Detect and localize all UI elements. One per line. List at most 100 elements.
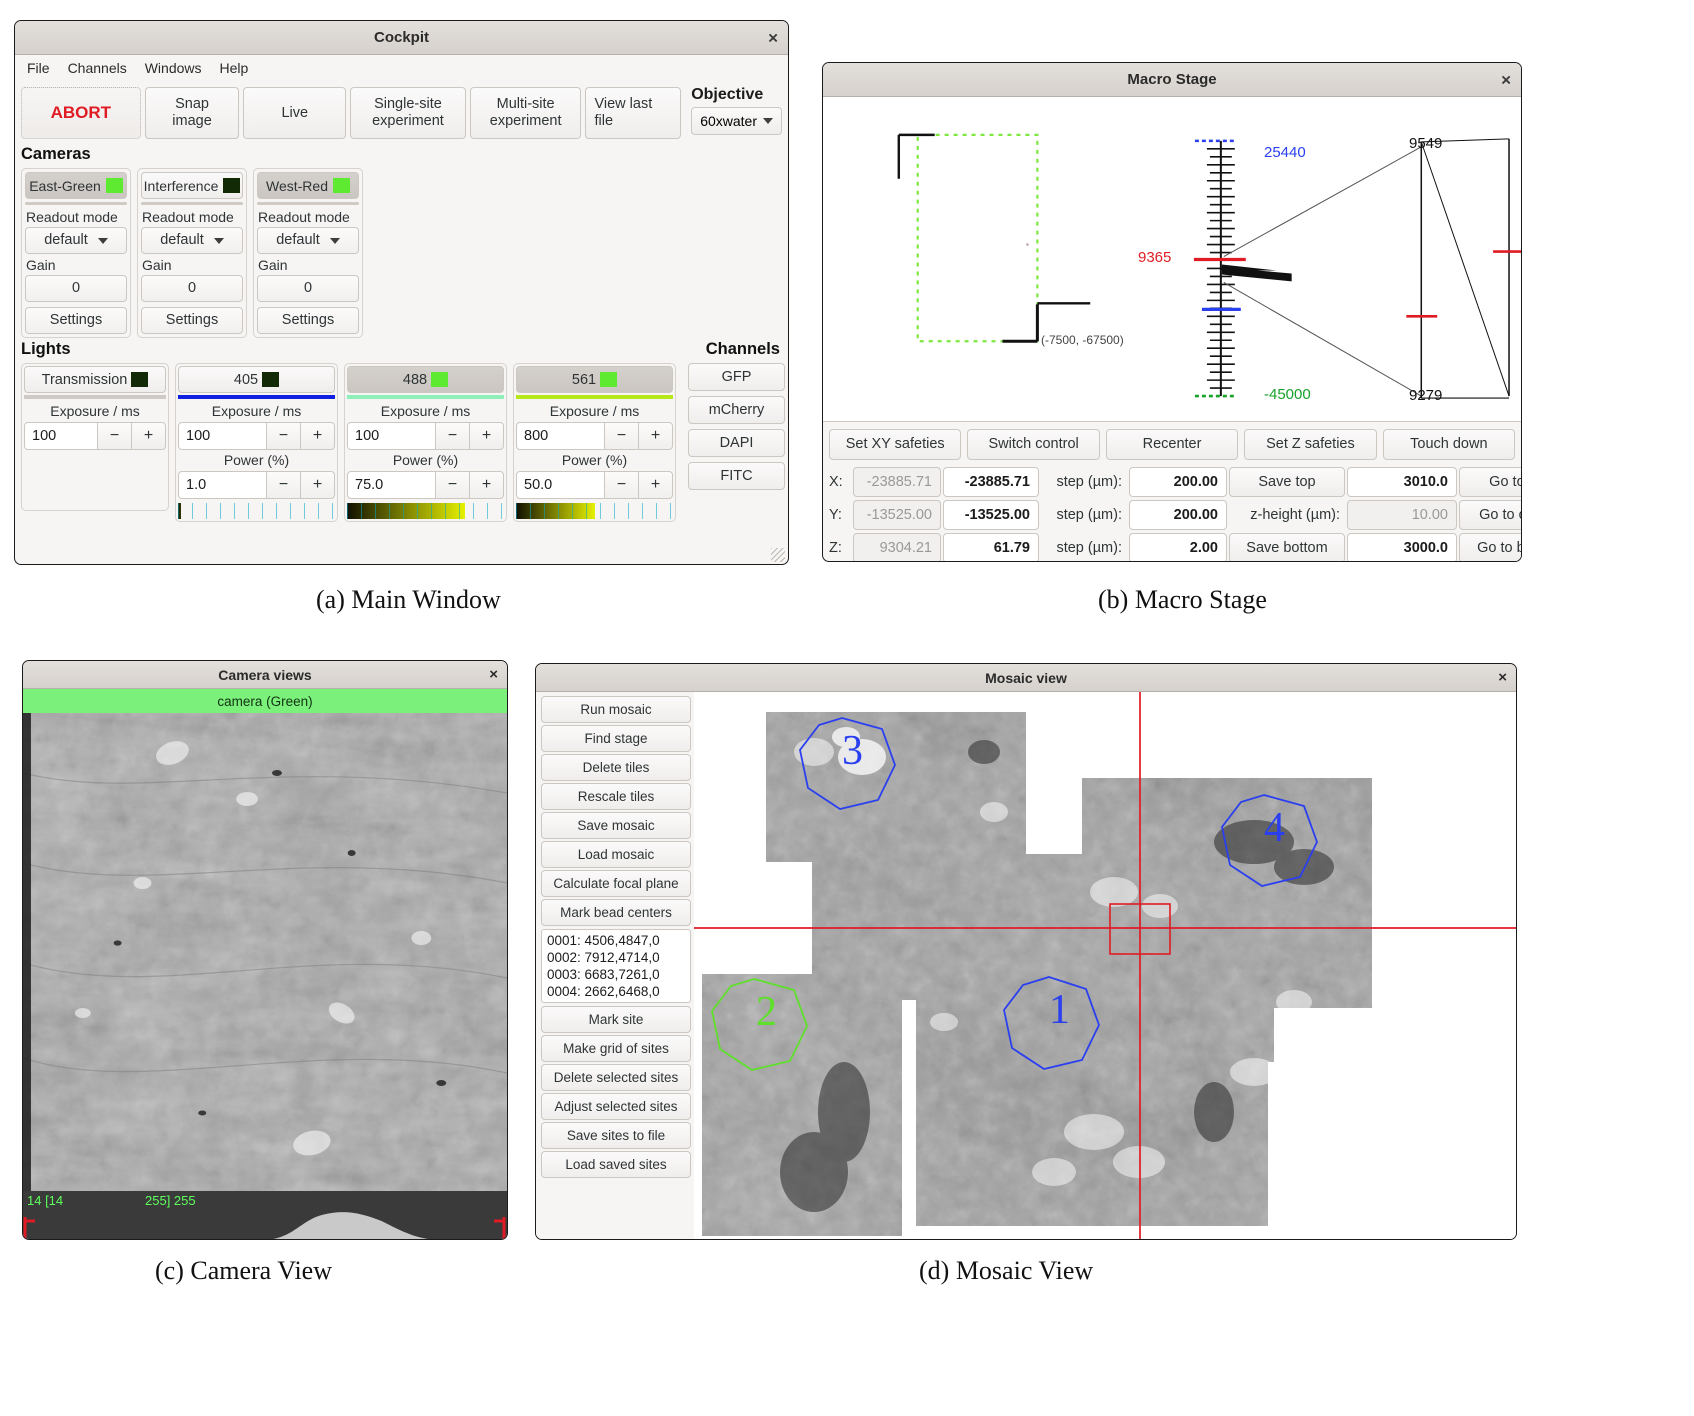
exposure-increment-button[interactable]: + <box>470 422 504 450</box>
set-z-safeties-button[interactable]: Set Z safeties <box>1244 429 1377 460</box>
camera-settings-button[interactable]: Settings <box>141 307 243 334</box>
resize-grip[interactable] <box>771 548 785 562</box>
gain-value[interactable]: 0 <box>141 275 243 302</box>
camera-toggle-interference[interactable]: Interference <box>141 172 243 199</box>
switch-control-button[interactable]: Switch control <box>967 429 1100 460</box>
power-slider[interactable] <box>347 503 504 519</box>
go-to-top-button[interactable]: Go to top <box>1459 467 1521 497</box>
axis-x-input[interactable]: -23885.71 <box>943 467 1039 497</box>
objective-select[interactable]: 60xwater <box>691 107 783 135</box>
list-item[interactable]: 0004: 2662,6468,0 <box>542 983 690 1000</box>
find-stage-button[interactable]: Find stage <box>541 725 691 752</box>
camera-toggle-east-green[interactable]: East-Green <box>25 172 127 199</box>
make-grid-of-sites-button[interactable]: Make grid of sites <box>541 1035 691 1062</box>
close-icon[interactable]: × <box>1501 71 1511 88</box>
channel-button-fitc[interactable]: FITC <box>688 462 785 490</box>
list-item[interactable]: 0001: 4506,4847,0 <box>542 932 690 949</box>
exposure-input[interactable]: 800 <box>516 422 605 450</box>
axis-x-step-input[interactable]: 200.00 <box>1129 467 1227 497</box>
site-list[interactable]: 0001: 4506,4847,0 0002: 7912,4714,0 0003… <box>541 929 691 1003</box>
exposure-input[interactable]: 100 <box>178 422 267 450</box>
light-toggle-561[interactable]: 561 <box>516 366 673 393</box>
save-bottom-value[interactable]: 3000.0 <box>1347 533 1457 561</box>
touch-down-button[interactable]: Touch down <box>1382 429 1516 460</box>
view-last-file-button[interactable]: View last file <box>585 87 682 139</box>
light-toggle-488[interactable]: 488 <box>347 366 504 393</box>
power-increment-button[interactable]: + <box>470 471 504 499</box>
menu-channels[interactable]: Channels <box>68 60 127 76</box>
power-input[interactable]: 1.0 <box>178 471 267 499</box>
save-top-value[interactable]: 3010.0 <box>1347 467 1457 497</box>
save-sites-to-file-button[interactable]: Save sites to file <box>541 1122 691 1149</box>
power-slider[interactable] <box>516 503 673 519</box>
close-icon[interactable]: × <box>1498 669 1507 686</box>
power-decrement-button[interactable]: − <box>267 471 301 499</box>
camera-toggle-west-red[interactable]: West-Red <box>257 172 359 199</box>
camera-image[interactable] <box>23 713 507 1191</box>
channel-button-gfp[interactable]: GFP <box>688 363 785 391</box>
exposure-decrement-button[interactable]: − <box>436 422 470 450</box>
exposure-increment-button[interactable]: + <box>301 422 335 450</box>
save-mosaic-button[interactable]: Save mosaic <box>541 812 691 839</box>
exposure-input[interactable]: 100 <box>24 422 98 450</box>
power-decrement-button[interactable]: − <box>605 471 639 499</box>
readout-mode-select[interactable]: default <box>141 227 243 254</box>
axis-y-input[interactable]: -13525.00 <box>943 500 1039 530</box>
delete-tiles-button[interactable]: Delete tiles <box>541 754 691 781</box>
macro-stage-canvas[interactable]: 25440 -45000 9365 9549 9279 (-7500, -675… <box>823 97 1521 422</box>
camera-settings-button[interactable]: Settings <box>25 307 127 334</box>
load-saved-sites-button[interactable]: Load saved sites <box>541 1151 691 1178</box>
list-item[interactable]: 0003: 6683,7261,0 <box>542 966 690 983</box>
mark-site-button[interactable]: Mark site <box>541 1006 691 1033</box>
go-to-centre-button[interactable]: Go to centre <box>1459 500 1521 530</box>
save-top-button[interactable]: Save top <box>1229 467 1345 497</box>
camera-settings-button[interactable]: Settings <box>257 307 359 334</box>
exposure-increment-button[interactable]: + <box>639 422 673 450</box>
abort-button[interactable]: ABORT <box>21 87 141 139</box>
mark-bead-centers-button[interactable]: Mark bead centers <box>541 899 691 926</box>
exposure-decrement-button[interactable]: − <box>98 422 132 450</box>
live-button[interactable]: Live <box>243 87 347 139</box>
exposure-decrement-button[interactable]: − <box>605 422 639 450</box>
camera-histogram[interactable]: 14 [14 255] 255 <box>23 1191 507 1239</box>
power-input[interactable]: 75.0 <box>347 471 436 499</box>
power-increment-button[interactable]: + <box>639 471 673 499</box>
exposure-input[interactable]: 100 <box>347 422 436 450</box>
light-toggle-405[interactable]: 405 <box>178 366 335 393</box>
close-icon[interactable]: × <box>489 666 498 683</box>
calculate-focal-plane-button[interactable]: Calculate focal plane <box>541 870 691 897</box>
exposure-increment-button[interactable]: + <box>132 422 166 450</box>
load-mosaic-button[interactable]: Load mosaic <box>541 841 691 868</box>
power-input[interactable]: 50.0 <box>516 471 605 499</box>
gain-value[interactable]: 0 <box>25 275 127 302</box>
go-to-bottom-button[interactable]: Go to bottom <box>1459 533 1521 561</box>
menu-file[interactable]: File <box>27 60 50 76</box>
close-icon[interactable]: × <box>768 29 778 46</box>
readout-mode-select[interactable]: default <box>257 227 359 254</box>
gain-value[interactable]: 0 <box>257 275 359 302</box>
light-toggle-transmission[interactable]: Transmission <box>24 366 166 393</box>
mosaic-canvas[interactable]: 1 2 3 4 <box>694 692 1516 1239</box>
exposure-decrement-button[interactable]: − <box>267 422 301 450</box>
run-mosaic-button[interactable]: Run mosaic <box>541 696 691 723</box>
power-slider[interactable] <box>178 503 335 519</box>
channel-button-mcherry[interactable]: mCherry <box>688 396 785 424</box>
list-item[interactable]: 0002: 7912,4714,0 <box>542 949 690 966</box>
readout-mode-select[interactable]: default <box>25 227 127 254</box>
recenter-button[interactable]: Recenter <box>1105 429 1239 460</box>
snap-image-button[interactable]: Snap image <box>144 87 240 139</box>
menu-windows[interactable]: Windows <box>145 60 202 76</box>
axis-z-step-input[interactable]: 2.00 <box>1129 533 1227 561</box>
delete-selected-sites-button[interactable]: Delete selected sites <box>541 1064 691 1091</box>
axis-y-step-input[interactable]: 200.00 <box>1129 500 1227 530</box>
channel-button-dapi[interactable]: DAPI <box>688 429 785 457</box>
single-site-experiment-button[interactable]: Single-site experiment <box>350 87 466 139</box>
power-decrement-button[interactable]: − <box>436 471 470 499</box>
set-xy-safeties-button[interactable]: Set XY safeties <box>829 429 962 460</box>
axis-z-input[interactable]: 61.79 <box>943 533 1039 561</box>
adjust-selected-sites-button[interactable]: Adjust selected sites <box>541 1093 691 1120</box>
save-bottom-button[interactable]: Save bottom <box>1229 533 1345 561</box>
power-increment-button[interactable]: + <box>301 471 335 499</box>
menu-help[interactable]: Help <box>220 60 249 76</box>
multi-site-experiment-button[interactable]: Multi-site experiment <box>469 87 582 139</box>
